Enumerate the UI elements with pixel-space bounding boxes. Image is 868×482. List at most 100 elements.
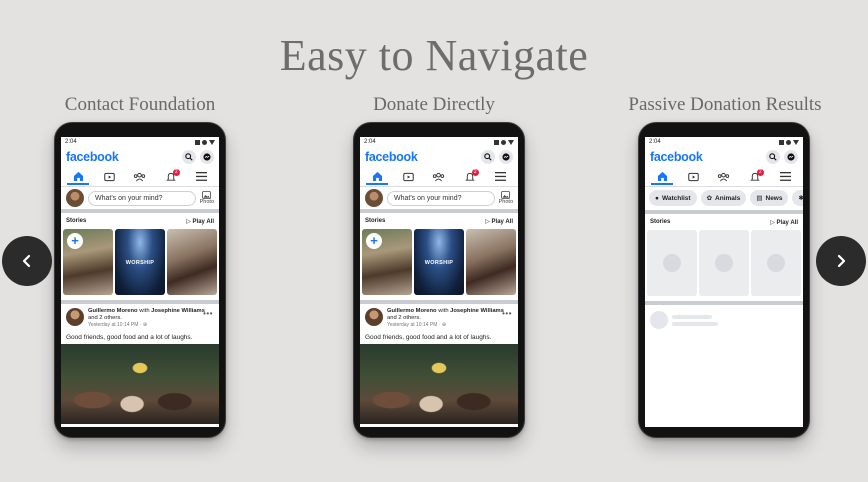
phone-mockup-donate: 2:04 facebook 2 What's on your mind? Pho… <box>353 122 525 438</box>
phone-screen: 2:04 facebook 2 What's on your mind? Pho… <box>360 137 518 427</box>
wifi-icon <box>793 139 799 145</box>
story-placeholder <box>699 230 749 296</box>
avatar[interactable] <box>66 308 84 326</box>
story-card[interactable]: + <box>362 229 412 295</box>
avatar[interactable] <box>365 189 383 207</box>
play-all-button[interactable]: ▷ Play All <box>485 218 513 225</box>
messenger-icon[interactable] <box>784 150 798 164</box>
composer: What's on your mind? Photo <box>360 187 518 213</box>
menu-icon[interactable] <box>191 169 213 185</box>
post-author[interactable]: Guillermo Moreno <box>387 308 437 314</box>
stories-row: + WORSHIP <box>360 229 518 295</box>
column-title-contact: Contact Foundation <box>64 94 216 115</box>
home-icon[interactable] <box>651 169 674 185</box>
notification-badge: 2 <box>471 168 479 176</box>
post-tagged[interactable]: Josephine Williams <box>151 308 205 314</box>
more-options-icon[interactable]: ••• <box>203 309 213 318</box>
signal-icon <box>779 139 784 145</box>
watch-icon[interactable] <box>682 169 704 185</box>
story-card[interactable] <box>167 229 217 295</box>
plus-icon[interactable]: + <box>366 233 382 249</box>
post-meta: Guillermo Moreno with Josephine Williams… <box>387 308 504 329</box>
column-title-donate: Donate Directly <box>373 94 495 115</box>
messenger-icon[interactable] <box>499 150 513 164</box>
notifications-icon[interactable]: 2 <box>160 168 182 185</box>
groups-icon[interactable] <box>713 169 735 185</box>
status-time: 2:04 <box>649 139 661 145</box>
menu-icon[interactable] <box>490 169 512 185</box>
story-placeholder <box>647 230 697 296</box>
chip-news[interactable]: ▤ News <box>750 190 789 206</box>
chip-label: Animals <box>715 194 741 202</box>
battery-icon <box>501 139 506 145</box>
wifi-icon <box>209 139 215 145</box>
newspaper-icon: ▤ <box>756 195 763 202</box>
phone-screen: 2:04 facebook 2 What's on your mind? Pho… <box>61 137 219 427</box>
notification-badge: 2 <box>172 168 180 176</box>
story-card[interactable]: WORSHIP <box>115 229 165 295</box>
story-card[interactable] <box>466 229 516 295</box>
home-icon[interactable] <box>366 169 389 185</box>
avatar[interactable] <box>365 308 383 326</box>
groups-icon[interactable] <box>129 169 151 185</box>
story-label: WORSHIP <box>125 260 155 266</box>
search-icon[interactable] <box>182 150 196 164</box>
status-bar: 2:04 <box>360 137 518 147</box>
wifi-icon <box>508 139 514 145</box>
plus-icon[interactable]: + <box>67 233 83 249</box>
post-header: Guillermo Moreno with Josephine Williams… <box>61 304 219 331</box>
skeleton-circle <box>663 254 681 272</box>
post-others[interactable]: and 2 others. <box>387 315 421 321</box>
search-icon[interactable] <box>481 150 495 164</box>
story-card[interactable]: WORSHIP <box>414 229 464 295</box>
post-tagged[interactable]: Josephine Williams <box>450 308 504 314</box>
story-card[interactable]: + <box>63 229 113 295</box>
photo-button[interactable]: Photo <box>200 191 214 205</box>
post-others[interactable]: and 2 others. <box>88 315 122 321</box>
facebook-logo: facebook <box>66 150 119 164</box>
nav-tabs: 2 <box>360 167 518 187</box>
post-image[interactable] <box>360 343 518 424</box>
battery-icon <box>786 139 791 145</box>
groups-icon[interactable] <box>428 169 450 185</box>
skeleton-line <box>672 314 712 319</box>
status-bar: 2:04 <box>645 137 803 147</box>
messenger-icon[interactable] <box>200 150 214 164</box>
post-author[interactable]: Guillermo Moreno <box>88 308 138 314</box>
post-image[interactable] <box>61 343 219 424</box>
menu-icon[interactable] <box>775 169 797 185</box>
play-all-button[interactable]: ▷ Play All <box>770 219 798 226</box>
status-time: 2:04 <box>364 139 376 145</box>
gear-icon[interactable]: ✱ <box>792 190 803 206</box>
status-input[interactable]: What's on your mind? <box>387 190 495 206</box>
nav-tabs: 2 <box>61 167 219 187</box>
notifications-icon[interactable]: 2 <box>744 168 766 185</box>
status-time: 2:04 <box>65 139 77 145</box>
avatar[interactable] <box>66 189 84 207</box>
chip-watchlist[interactable]: ● Watchlist <box>649 190 697 206</box>
search-icon[interactable] <box>766 150 780 164</box>
photo-button[interactable]: Photo <box>499 191 513 205</box>
post-with: with <box>139 308 150 314</box>
skeleton-circle <box>767 254 785 272</box>
status-input[interactable]: What's on your mind? <box>88 190 196 206</box>
post-with: with <box>438 308 449 314</box>
post-header: Guillermo Moreno with Josephine Williams… <box>360 304 518 331</box>
notification-badge: 2 <box>756 168 764 176</box>
watch-icon[interactable] <box>397 169 419 185</box>
notifications-icon[interactable]: 2 <box>459 168 481 185</box>
post-meta: Guillermo Moreno with Josephine Williams… <box>88 308 205 329</box>
watch-icon[interactable] <box>98 169 120 185</box>
next-slide-button[interactable] <box>816 236 866 286</box>
story-label: WORSHIP <box>424 260 454 266</box>
app-header: facebook <box>61 147 219 167</box>
play-all-button[interactable]: ▷ Play All <box>186 218 214 225</box>
home-icon[interactable] <box>67 169 90 185</box>
prev-slide-button[interactable] <box>2 236 52 286</box>
stories-header: Stories ▷ Play All <box>360 213 518 229</box>
battery-icon <box>202 139 207 145</box>
more-options-icon[interactable]: ••• <box>502 309 512 318</box>
paw-icon: ✿ <box>706 195 713 202</box>
globe-icon: ⊕ <box>142 322 148 329</box>
chip-animals[interactable]: ✿ Animals <box>700 190 747 206</box>
